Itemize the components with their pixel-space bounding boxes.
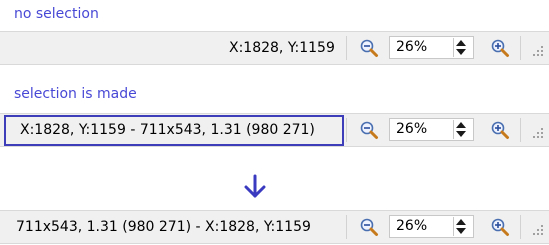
spin-down-icon[interactable] xyxy=(456,49,466,55)
status-bar-no-selection: X:1828, Y:1159 26% xyxy=(0,31,549,65)
zoom-in-button[interactable] xyxy=(489,216,511,238)
zoom-level-spinbox[interactable]: 26% xyxy=(389,36,474,59)
spin-up-icon[interactable] xyxy=(456,219,466,225)
zoom-level-spinbox[interactable]: 26% xyxy=(389,118,474,141)
arrow-down-icon xyxy=(244,174,266,198)
spinner-arrows-icon[interactable] xyxy=(453,120,471,139)
zoom-in-icon xyxy=(491,121,509,139)
zoom-in-button[interactable] xyxy=(489,119,511,141)
separator xyxy=(346,215,347,239)
resize-grip-icon[interactable] xyxy=(531,223,545,237)
zoom-in-button[interactable] xyxy=(489,37,511,59)
spin-up-icon[interactable] xyxy=(456,40,466,46)
caption-selection-made: selection is made xyxy=(14,86,137,102)
separator xyxy=(346,36,347,60)
zoom-out-button[interactable] xyxy=(358,216,380,238)
separator xyxy=(520,118,521,142)
selection-coordinates-text: X:1828, Y:1159 - 711x543, 1.31 (980 271) xyxy=(20,122,315,138)
zoom-in-icon xyxy=(491,218,509,236)
separator xyxy=(346,118,347,142)
spinner-arrows-icon[interactable] xyxy=(453,38,471,57)
spin-down-icon[interactable] xyxy=(456,228,466,234)
resize-grip-icon[interactable] xyxy=(531,44,545,58)
caption-no-selection: no selection xyxy=(14,6,99,22)
zoom-level-value[interactable]: 26% xyxy=(396,119,427,140)
separator xyxy=(520,36,521,60)
status-bar-reordered: 711x543, 1.31 (980 271) - X:1828, Y:1159… xyxy=(0,210,549,244)
resize-grip-icon[interactable] xyxy=(531,126,545,140)
status-bar-with-selection: X:1828, Y:1159 - 711x543, 1.31 (980 271)… xyxy=(0,113,549,147)
zoom-out-icon xyxy=(360,121,378,139)
zoom-in-icon xyxy=(491,39,509,57)
zoom-out-icon xyxy=(360,39,378,57)
zoom-out-button[interactable] xyxy=(358,37,380,59)
zoom-level-spinbox[interactable]: 26% xyxy=(389,215,474,238)
coordinates-text: X:1828, Y:1159 xyxy=(229,40,335,56)
spin-up-icon[interactable] xyxy=(456,122,466,128)
spinner-arrows-icon[interactable] xyxy=(453,217,471,236)
zoom-out-button[interactable] xyxy=(358,119,380,141)
spin-down-icon[interactable] xyxy=(456,131,466,137)
zoom-out-icon xyxy=(360,218,378,236)
selection-coordinates-text: 711x543, 1.31 (980 271) - X:1828, Y:1159 xyxy=(16,219,311,235)
separator xyxy=(520,215,521,239)
zoom-level-value[interactable]: 26% xyxy=(396,216,427,237)
zoom-level-value[interactable]: 26% xyxy=(396,37,427,58)
